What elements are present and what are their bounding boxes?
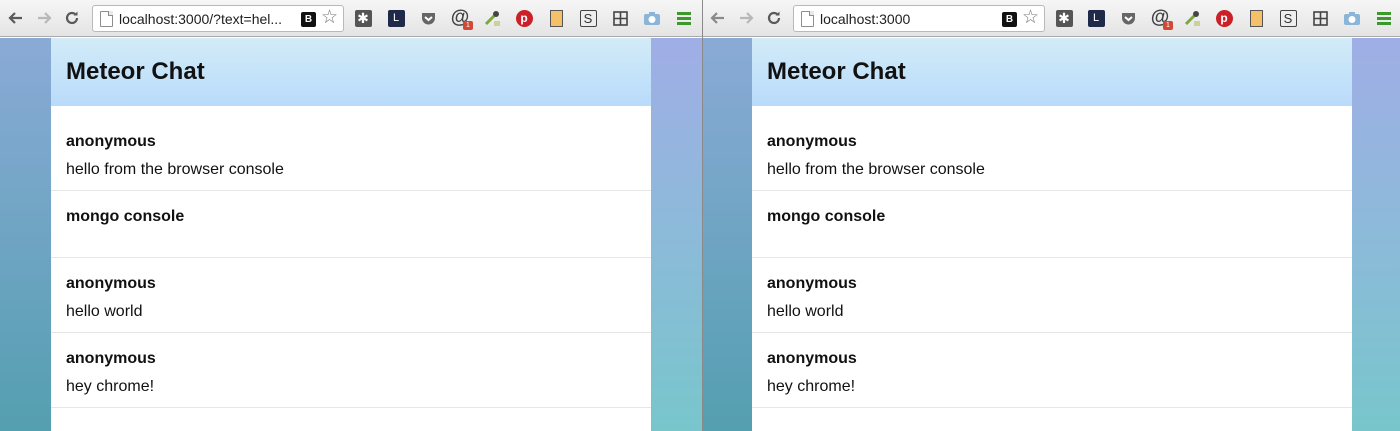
lock-extension-icon[interactable]: L bbox=[386, 8, 406, 28]
bookmark-b-icon[interactable]: B bbox=[301, 12, 316, 27]
star-icon[interactable]: ☆ bbox=[321, 8, 338, 28]
bookmark-extension-icon[interactable] bbox=[546, 8, 566, 28]
message-item: mongo console bbox=[752, 191, 1352, 258]
message-item: mongo console bbox=[51, 191, 651, 258]
page-icon bbox=[100, 11, 113, 27]
message-text bbox=[66, 233, 636, 247]
message-text: hello world bbox=[767, 303, 844, 320]
message-text: hey chrome! bbox=[767, 378, 856, 395]
message-author: anonymous bbox=[66, 133, 156, 150]
app-header: Meteor Chat bbox=[51, 38, 651, 106]
lock-extension-icon[interactable]: L bbox=[1086, 8, 1106, 28]
s-extension-icon[interactable]: S bbox=[578, 8, 598, 28]
forward-button[interactable] bbox=[34, 8, 54, 28]
forward-arrow-icon bbox=[38, 12, 52, 24]
message-item: anonymous hey chrome! bbox=[51, 333, 651, 408]
message-author: anonymous bbox=[66, 350, 156, 367]
address-bar[interactable]: localhost:3000/?text=hel... B ☆ bbox=[92, 5, 344, 32]
camera-icon[interactable] bbox=[1342, 8, 1362, 28]
back-button[interactable] bbox=[6, 8, 26, 28]
forward-button[interactable] bbox=[736, 8, 756, 28]
address-url: localhost:3000/?text=hel... bbox=[119, 11, 283, 27]
pocket-icon[interactable] bbox=[418, 8, 438, 28]
address-url: localhost:3000 bbox=[820, 11, 911, 27]
pinterest-icon[interactable]: p bbox=[1214, 8, 1234, 28]
message-author: mongo console bbox=[66, 208, 185, 225]
message-text: hello from the browser console bbox=[767, 161, 985, 178]
browser-window-right: localhost:3000 B ☆ ✱ L @1 p S Meteor Cha… bbox=[702, 0, 1400, 431]
mail-notifier-icon[interactable]: @1 bbox=[450, 7, 473, 30]
page-icon bbox=[801, 11, 814, 27]
back-button[interactable] bbox=[708, 8, 728, 28]
mail-notifier-icon[interactable]: @1 bbox=[1150, 7, 1173, 30]
bookmark-extension-icon[interactable] bbox=[1246, 8, 1266, 28]
asterisk-extension-icon[interactable]: ✱ bbox=[1054, 8, 1074, 28]
message-author: anonymous bbox=[767, 133, 857, 150]
back-arrow-icon bbox=[710, 12, 724, 24]
reload-button[interactable] bbox=[764, 8, 784, 28]
camera-icon[interactable] bbox=[642, 8, 662, 28]
reload-icon bbox=[767, 11, 781, 25]
pocket-icon[interactable] bbox=[1118, 8, 1138, 28]
reload-icon bbox=[65, 11, 79, 25]
message-list: anonymous hello from the browser console… bbox=[51, 106, 651, 408]
s-extension-icon[interactable]: S bbox=[1278, 8, 1298, 28]
message-text bbox=[767, 233, 1337, 247]
message-author: anonymous bbox=[767, 275, 857, 292]
message-author: anonymous bbox=[767, 350, 857, 367]
message-text: hello world bbox=[66, 303, 143, 320]
message-author: anonymous bbox=[66, 275, 156, 292]
asterisk-extension-icon[interactable]: ✱ bbox=[353, 8, 373, 28]
eyedropper-icon[interactable] bbox=[1182, 8, 1202, 28]
bookmark-b-icon[interactable]: B bbox=[1002, 12, 1017, 27]
address-bar[interactable]: localhost:3000 B ☆ bbox=[793, 5, 1045, 32]
grid-extension-icon[interactable] bbox=[610, 8, 630, 28]
browser-window-left: localhost:3000/?text=hel... B ☆ ✱ L @1 p… bbox=[0, 0, 702, 431]
chrome-menu-icon[interactable] bbox=[1374, 8, 1394, 28]
chat-panel: Meteor Chat anonymous hello from the bro… bbox=[51, 38, 651, 431]
browser-toolbar: localhost:3000/?text=hel... B ☆ ✱ L @1 p… bbox=[0, 0, 702, 37]
chat-panel: Meteor Chat anonymous hello from the bro… bbox=[752, 38, 1352, 431]
app-header: Meteor Chat bbox=[752, 38, 1352, 106]
app-title: Meteor Chat bbox=[66, 58, 205, 85]
pinterest-icon[interactable]: p bbox=[514, 8, 534, 28]
message-item: anonymous hello world bbox=[752, 258, 1352, 333]
eyedropper-icon[interactable] bbox=[482, 8, 502, 28]
reload-button[interactable] bbox=[62, 8, 82, 28]
app-title: Meteor Chat bbox=[767, 58, 906, 85]
message-text: hey chrome! bbox=[66, 378, 155, 395]
browser-toolbar: localhost:3000 B ☆ ✱ L @1 p S bbox=[702, 0, 1400, 37]
back-arrow-icon bbox=[8, 12, 22, 24]
message-item: anonymous hello from the browser console bbox=[51, 116, 651, 191]
message-item: anonymous hello world bbox=[51, 258, 651, 333]
message-list: anonymous hello from the browser console… bbox=[752, 106, 1352, 408]
message-item: anonymous hey chrome! bbox=[752, 333, 1352, 408]
star-icon[interactable]: ☆ bbox=[1022, 8, 1039, 28]
message-item: anonymous hello from the browser console bbox=[752, 116, 1352, 191]
chrome-menu-icon[interactable] bbox=[674, 8, 694, 28]
forward-arrow-icon bbox=[740, 12, 754, 24]
message-author: mongo console bbox=[767, 208, 886, 225]
message-text: hello from the browser console bbox=[66, 161, 284, 178]
grid-extension-icon[interactable] bbox=[1310, 8, 1330, 28]
